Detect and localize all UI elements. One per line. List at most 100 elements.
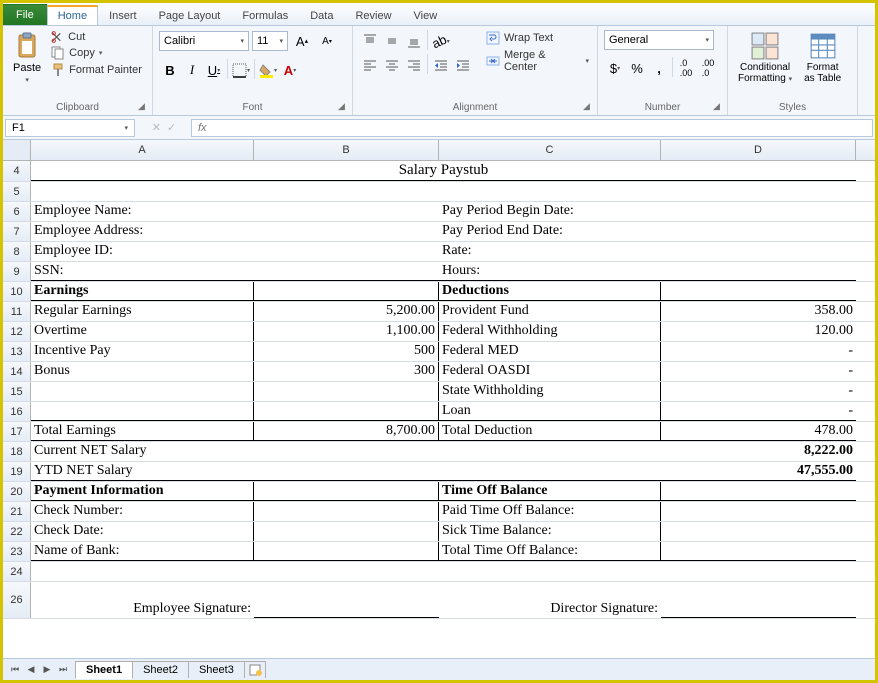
cell[interactable] bbox=[31, 182, 254, 201]
tab-view[interactable]: View bbox=[403, 6, 449, 25]
cell[interactable] bbox=[254, 582, 439, 618]
cell[interactable]: - bbox=[661, 342, 856, 361]
cell[interactable] bbox=[31, 562, 254, 581]
cell[interactable] bbox=[254, 462, 439, 481]
cell[interactable]: 8,700.00 bbox=[254, 422, 439, 441]
cell[interactable] bbox=[661, 182, 856, 201]
tab-home[interactable]: Home bbox=[47, 5, 98, 25]
col-header-c[interactable]: C bbox=[439, 140, 661, 160]
cell[interactable] bbox=[254, 402, 439, 421]
cell[interactable]: - bbox=[661, 382, 856, 401]
cell[interactable] bbox=[254, 562, 439, 581]
cell[interactable]: Loan bbox=[439, 402, 661, 421]
cell[interactable]: Provident Fund bbox=[439, 302, 661, 321]
cell[interactable] bbox=[254, 522, 439, 541]
italic-button[interactable]: I bbox=[181, 59, 203, 81]
cell[interactable]: Total Earnings bbox=[31, 422, 254, 441]
cell[interactable]: 358.00 bbox=[661, 302, 856, 321]
cell[interactable]: Name of Bank: bbox=[31, 542, 254, 561]
cell[interactable] bbox=[254, 282, 439, 301]
conditional-formatting-button[interactable]: ConditionalFormatting ▾ bbox=[734, 30, 796, 87]
name-box[interactable]: F1▾ bbox=[5, 119, 135, 137]
row-header[interactable]: 7 bbox=[3, 222, 31, 241]
cell[interactable] bbox=[661, 222, 856, 241]
sheet-nav-first[interactable]: ⏮ bbox=[7, 662, 23, 678]
row-header[interactable]: 21 bbox=[3, 502, 31, 521]
new-sheet-button[interactable] bbox=[244, 661, 266, 678]
cell[interactable]: 1,100.00 bbox=[254, 322, 439, 341]
cell[interactable] bbox=[661, 282, 856, 301]
align-middle-button[interactable] bbox=[381, 30, 403, 52]
cell[interactable]: Check Date: bbox=[31, 522, 254, 541]
cell[interactable] bbox=[31, 402, 254, 421]
col-header-d[interactable]: D bbox=[661, 140, 856, 160]
cell[interactable]: Employee Signature: bbox=[31, 582, 254, 618]
row-header[interactable]: 18 bbox=[3, 442, 31, 461]
tab-data[interactable]: Data bbox=[299, 6, 344, 25]
indent-increase-button[interactable] bbox=[452, 54, 474, 76]
bold-button[interactable]: B bbox=[159, 59, 181, 81]
cell[interactable] bbox=[254, 482, 439, 501]
cell[interactable] bbox=[661, 562, 856, 581]
cell[interactable]: Incentive Pay bbox=[31, 342, 254, 361]
cell[interactable] bbox=[661, 482, 856, 501]
row-header[interactable]: 22 bbox=[3, 522, 31, 541]
row-header[interactable]: 15 bbox=[3, 382, 31, 401]
decrease-decimal-button[interactable]: .00.0 bbox=[697, 57, 719, 79]
number-format-combo[interactable]: General▾ bbox=[604, 30, 714, 50]
clipboard-launcher[interactable]: ◢ bbox=[138, 101, 150, 113]
cell[interactable] bbox=[254, 542, 439, 561]
shrink-font-button[interactable]: A▾ bbox=[316, 30, 338, 52]
cell[interactable] bbox=[661, 522, 856, 541]
cell[interactable] bbox=[254, 502, 439, 521]
cell[interactable] bbox=[254, 222, 439, 241]
sheet-nav-prev[interactable]: ◀ bbox=[23, 662, 39, 678]
merge-center-button[interactable]: Merge & Center▾ bbox=[484, 48, 591, 74]
font-color-button[interactable]: A▾ bbox=[279, 59, 301, 81]
cell[interactable] bbox=[254, 442, 439, 461]
row-header[interactable]: 23 bbox=[3, 542, 31, 561]
tab-file[interactable]: File bbox=[3, 4, 47, 25]
worksheet-grid[interactable]: A B C D 4 Salary Paystub 5 6Employee Nam… bbox=[3, 140, 875, 658]
currency-button[interactable]: $▾ bbox=[604, 57, 626, 79]
cell[interactable]: Check Number: bbox=[31, 502, 254, 521]
increase-decimal-button[interactable]: .0.00 bbox=[675, 57, 697, 79]
align-top-button[interactable] bbox=[359, 30, 381, 52]
row-header[interactable]: 20 bbox=[3, 482, 31, 501]
cell[interactable]: Total Deduction bbox=[439, 422, 661, 441]
cell[interactable]: - bbox=[661, 402, 856, 421]
cell[interactable]: 8,222.00 bbox=[661, 442, 856, 461]
cell[interactable]: Deductions bbox=[439, 282, 661, 301]
align-right-button[interactable] bbox=[403, 54, 425, 76]
format-as-table-button[interactable]: Formatas Table bbox=[800, 30, 845, 86]
row-header[interactable]: 24 bbox=[3, 562, 31, 581]
row-header[interactable]: 17 bbox=[3, 422, 31, 441]
sheet-tab-3[interactable]: Sheet3 bbox=[188, 661, 245, 678]
borders-button[interactable]: ▾ bbox=[230, 59, 252, 81]
cell[interactable]: 120.00 bbox=[661, 322, 856, 341]
cell[interactable]: Salary Paystub bbox=[31, 161, 856, 181]
cell[interactable] bbox=[254, 182, 439, 201]
cell[interactable] bbox=[661, 262, 856, 281]
cell[interactable]: Paid Time Off Balance: bbox=[439, 502, 661, 521]
cell[interactable] bbox=[661, 582, 856, 618]
cell[interactable]: Time Off Balance bbox=[439, 482, 661, 501]
copy-button[interactable]: Copy▾ bbox=[49, 45, 144, 61]
cell[interactable]: State Withholding bbox=[439, 382, 661, 401]
cell[interactable] bbox=[254, 242, 439, 261]
cell[interactable]: Bonus bbox=[31, 362, 254, 381]
wrap-text-button[interactable]: Wrap Text bbox=[484, 30, 591, 46]
row-header[interactable]: 12 bbox=[3, 322, 31, 341]
format-painter-button[interactable]: Format Painter bbox=[49, 62, 144, 78]
cell[interactable] bbox=[439, 462, 661, 481]
cell[interactable]: Rate: bbox=[439, 242, 661, 261]
cell[interactable]: Pay Period Begin Date: bbox=[439, 202, 661, 221]
sheet-tab-2[interactable]: Sheet2 bbox=[132, 661, 189, 678]
tab-formulas[interactable]: Formulas bbox=[231, 6, 299, 25]
align-center-button[interactable] bbox=[381, 54, 403, 76]
cell[interactable]: 300 bbox=[254, 362, 439, 381]
row-header[interactable]: 8 bbox=[3, 242, 31, 261]
paste-button[interactable]: Paste ▾ bbox=[9, 30, 45, 86]
indent-decrease-button[interactable] bbox=[430, 54, 452, 76]
cell[interactable]: Employee Name: bbox=[31, 202, 254, 221]
